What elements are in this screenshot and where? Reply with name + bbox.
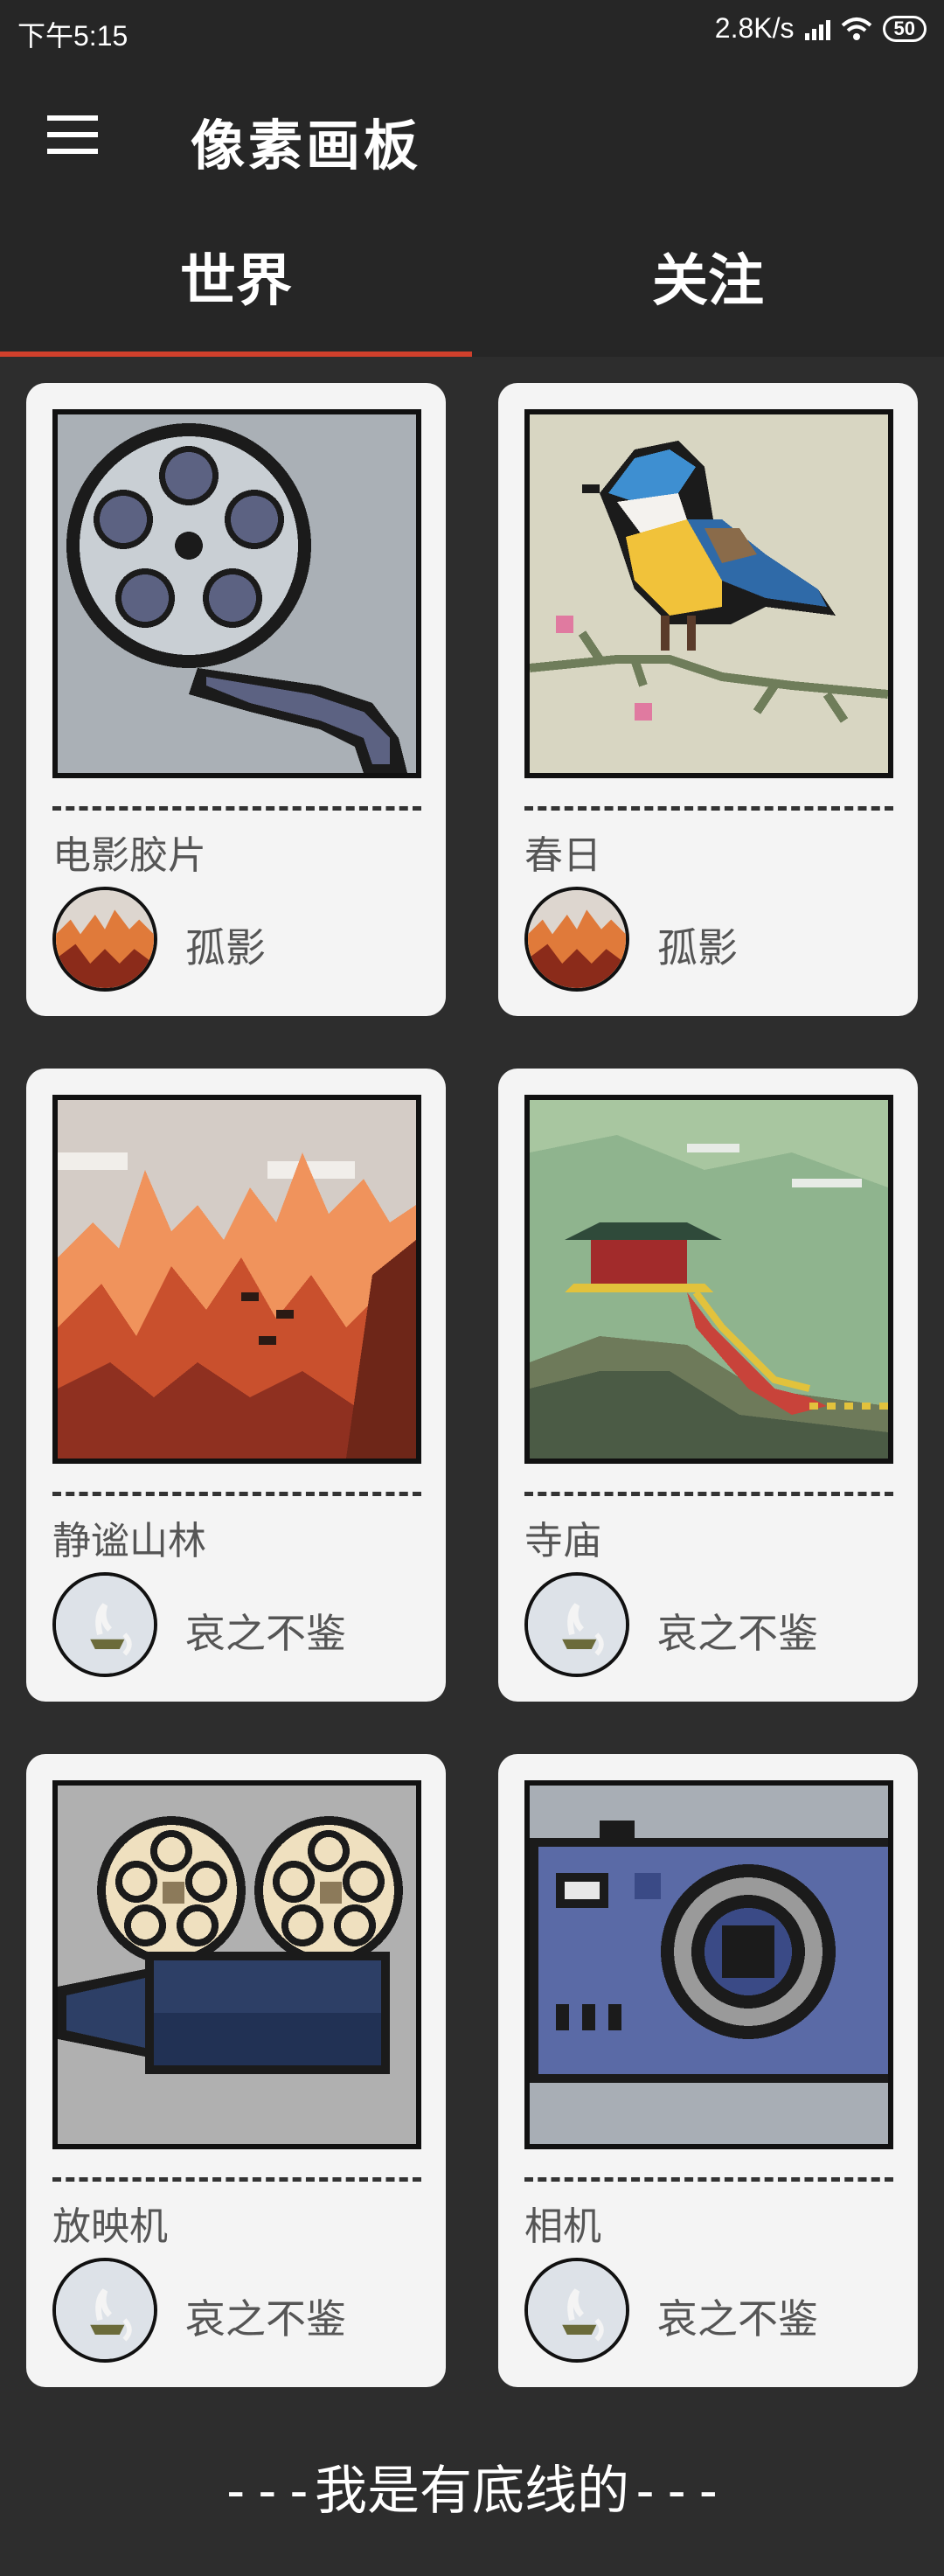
author-name[interactable]: 哀之不鉴	[657, 2287, 818, 2345]
artwork-title[interactable]: 相机	[524, 2195, 601, 2251]
artwork-card[interactable]: 静谧山林 哀之不鉴	[26, 1069, 446, 1702]
artwork-image-film-reel[interactable]	[52, 409, 421, 778]
artwork-title[interactable]: 春日	[524, 824, 601, 880]
author-avatar[interactable]	[524, 2258, 629, 2363]
network-speed: 2.8K/s	[714, 12, 795, 44]
wifi-icon	[841, 17, 871, 40]
artwork-card[interactable]: 春日 孤影	[498, 383, 918, 1016]
author-name[interactable]: 孤影	[657, 916, 738, 974]
app-bar: 像素画板	[0, 63, 944, 206]
tab-world[interactable]: 世界	[0, 206, 472, 357]
menu-icon[interactable]	[47, 115, 98, 154]
status-time: 下午5:15	[17, 20, 128, 52]
artwork-title[interactable]: 寺庙	[524, 1509, 601, 1565]
card-divider	[52, 806, 421, 811]
tab-following[interactable]: 关注	[472, 206, 944, 357]
artwork-card[interactable]: 寺庙 哀之不鉴	[498, 1069, 918, 1702]
artwork-image-hilltop-temple[interactable]	[524, 1095, 893, 1464]
artwork-image-orange-mountains[interactable]	[52, 1095, 421, 1464]
artwork-title[interactable]: 静谧山林	[52, 1509, 206, 1565]
card-divider	[524, 806, 893, 811]
author-avatar[interactable]	[524, 887, 629, 992]
artwork-card[interactable]: 电影胶片 孤影	[26, 383, 446, 1016]
card-divider	[524, 2177, 893, 2182]
author-name[interactable]: 孤影	[185, 916, 266, 974]
artwork-title[interactable]: 电影胶片	[52, 824, 206, 880]
app-title: 像素画板	[191, 114, 422, 178]
author-name[interactable]: 哀之不鉴	[185, 1602, 346, 1660]
tab-indicator	[0, 352, 472, 357]
end-of-list-text: ---我是有底线的---	[219, 2461, 725, 2522]
author-name[interactable]: 哀之不鉴	[657, 1602, 818, 1660]
artwork-image-bird-on-branch[interactable]	[524, 409, 893, 778]
card-divider	[52, 2177, 421, 2182]
artwork-title[interactable]: 放映机	[52, 2195, 168, 2251]
author-name[interactable]: 哀之不鉴	[185, 2287, 346, 2345]
artwork-image-film-projector[interactable]	[52, 1780, 421, 2149]
author-avatar[interactable]	[52, 1572, 157, 1677]
card-divider	[524, 1492, 893, 1496]
author-avatar[interactable]	[524, 1572, 629, 1677]
status-bar: 下午5:15 2.8K/s 50	[0, 0, 944, 63]
status-right: 2.8K/s 50	[715, 12, 927, 45]
author-avatar[interactable]	[52, 2258, 157, 2363]
artwork-card[interactable]: 放映机 哀之不鉴	[26, 1754, 446, 2387]
battery-indicator: 50	[882, 15, 927, 42]
author-avatar[interactable]	[52, 887, 157, 992]
signal-icon	[804, 17, 830, 40]
artwork-image-camera[interactable]	[524, 1780, 893, 2149]
card-divider	[52, 1492, 421, 1496]
tab-bar: 世界 关注	[0, 206, 944, 357]
artwork-card[interactable]: 相机 哀之不鉴	[498, 1754, 918, 2387]
